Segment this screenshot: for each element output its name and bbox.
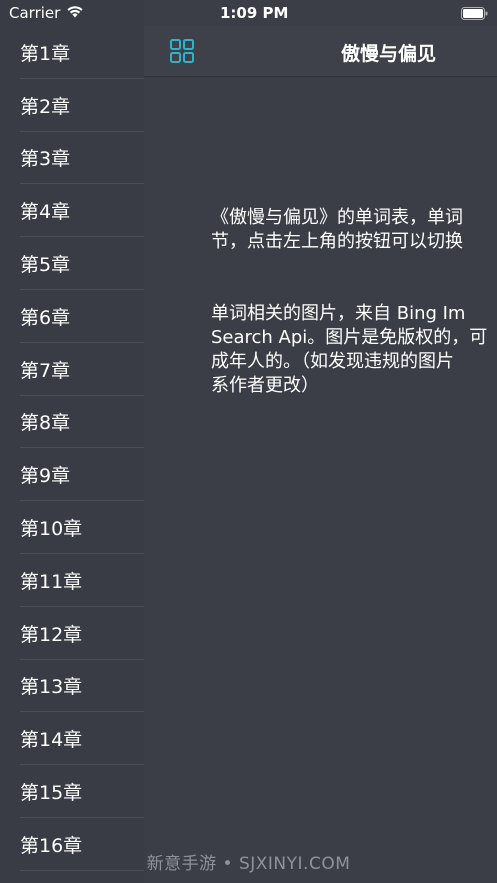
chapter-item-15[interactable]: 第15章 bbox=[0, 765, 144, 818]
chapter-list: 第1章 第2章 第3章 第4章 第5章 第6章 第7章 第8章 第9章 第10章… bbox=[0, 26, 144, 871]
status-time: 1:09 PM bbox=[220, 4, 289, 22]
navigation-bar: 傲慢与偏见 bbox=[144, 26, 497, 77]
status-bar: Carrier 1:09 PM bbox=[0, 0, 497, 26]
chapter-item-11[interactable]: 第11章 bbox=[0, 554, 144, 607]
intro-text: 《傲慢与偏见》的单词表，单词 节，点击左上角的按钮可以切换 单词相关的图片，来自… bbox=[211, 206, 497, 446]
chapter-item-3[interactable]: 第3章 bbox=[0, 132, 144, 185]
intro-paragraph-2: 单词相关的图片，来自 Bing Im Search Api。图片是免版权的，可 … bbox=[211, 303, 488, 396]
chapter-sidebar: 第1章 第2章 第3章 第4章 第5章 第6章 第7章 第8章 第9章 第10章… bbox=[0, 0, 144, 883]
chapter-item-8[interactable]: 第8章 bbox=[0, 396, 144, 449]
carrier-indicator: Carrier bbox=[9, 4, 84, 22]
intro-paragraph-1: 《傲慢与偏见》的单词表，单词 节，点击左上角的按钮可以切换 bbox=[211, 207, 463, 252]
chapter-item-7[interactable]: 第7章 bbox=[0, 343, 144, 396]
chapter-item-12[interactable]: 第12章 bbox=[0, 607, 144, 660]
page-title: 傲慢与偏见 bbox=[341, 43, 437, 65]
grid-icon[interactable] bbox=[170, 39, 194, 63]
carrier-label: Carrier bbox=[9, 4, 61, 22]
chapter-item-2[interactable]: 第2章 bbox=[0, 79, 144, 132]
chapter-item-13[interactable]: 第13章 bbox=[0, 660, 144, 713]
watermark-text: 新意手游 • SJXINYI.COM bbox=[146, 854, 351, 874]
chapter-item-4[interactable]: 第4章 bbox=[0, 184, 144, 237]
app-screen: 傲慢与偏见 《傲慢与偏见》的单词表，单词 节，点击左上角的按钮可以切换 单词相关… bbox=[0, 0, 497, 883]
chapter-item-9[interactable]: 第9章 bbox=[0, 448, 144, 501]
chapter-item-1[interactable]: 第1章 bbox=[0, 26, 144, 79]
battery-full-icon bbox=[461, 6, 488, 20]
chapter-item-14[interactable]: 第14章 bbox=[0, 712, 144, 765]
wifi-icon bbox=[66, 4, 84, 22]
chapter-item-10[interactable]: 第10章 bbox=[0, 501, 144, 554]
main-panel: 傲慢与偏见 《傲慢与偏见》的单词表，单词 节，点击左上角的按钮可以切换 单词相关… bbox=[144, 0, 497, 883]
chapter-item-5[interactable]: 第5章 bbox=[0, 237, 144, 290]
chapter-item-6[interactable]: 第6章 bbox=[0, 290, 144, 343]
